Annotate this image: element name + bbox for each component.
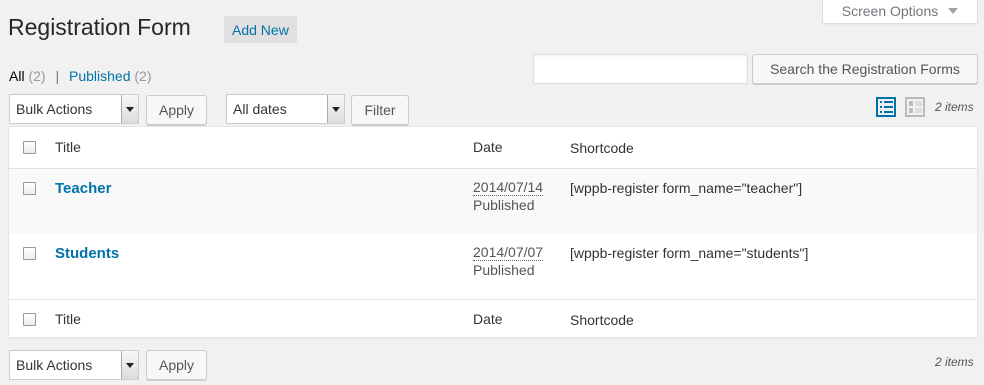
dropdown-arrow-icon — [121, 351, 138, 379]
search-input[interactable] — [533, 54, 748, 84]
row-status: Published — [473, 262, 535, 278]
items-count-top: 2 items — [935, 100, 974, 114]
apply-button-top[interactable]: Apply — [146, 95, 207, 125]
list-view-icon[interactable] — [876, 97, 896, 117]
dates-filter-select[interactable]: All dates — [226, 94, 345, 124]
add-new-button[interactable]: Add New — [224, 16, 297, 43]
row-date: 2014/07/07 Published — [473, 244, 544, 278]
table-header-row: Title Date Shortcode — [9, 127, 977, 169]
view-all-link[interactable]: All — [9, 68, 25, 84]
bulk-actions-select-bottom[interactable]: Bulk Actions — [9, 350, 139, 380]
bulk-actions-select-top[interactable]: Bulk Actions — [9, 94, 139, 124]
table-row: Teacher 2014/07/14 Published [wppb-regis… — [9, 169, 977, 234]
dropdown-arrow-icon — [327, 95, 344, 123]
row-shortcode: [wppb-register form_name="students"] — [570, 245, 809, 261]
items-count-bottom: 2 items — [935, 355, 974, 369]
row-checkbox[interactable] — [23, 247, 36, 260]
select-all-checkbox-footer[interactable] — [23, 313, 36, 326]
column-shortcode-header: Shortcode — [570, 140, 634, 156]
row-title-link[interactable]: Students — [55, 245, 119, 262]
row-checkbox[interactable] — [23, 182, 36, 195]
column-date-footer[interactable]: Date — [473, 311, 503, 327]
column-title-footer[interactable]: Title — [55, 311, 81, 327]
column-title-header[interactable]: Title — [55, 139, 81, 155]
bulk-actions-value: Bulk Actions — [16, 101, 93, 117]
view-all-count: (2) — [28, 68, 46, 84]
screen-options-button[interactable]: Screen Options — [822, 0, 978, 24]
views-separator: | — [55, 68, 60, 84]
view-published-link[interactable]: Published — [69, 68, 131, 84]
row-shortcode: [wppb-register form_name="teacher"] — [570, 180, 803, 196]
view-published-count: (2) — [134, 68, 152, 84]
row-date: 2014/07/14 Published — [473, 179, 544, 213]
excerpt-view-icon[interactable] — [905, 97, 925, 117]
dropdown-arrow-icon — [121, 95, 138, 123]
row-title-link[interactable]: Teacher — [55, 180, 111, 197]
page-title: Registration Form — [8, 14, 191, 40]
row-date-value: 2014/07/14 — [473, 179, 544, 196]
status-views: All (2) | Published (2) — [9, 68, 152, 84]
bulk-actions-value: Bulk Actions — [16, 357, 93, 373]
search-button[interactable]: Search the Registration Forms — [752, 54, 978, 84]
dates-filter-value: All dates — [233, 101, 287, 117]
table-row: Students 2014/07/07 Published [wppb-regi… — [9, 234, 977, 299]
column-date-header[interactable]: Date — [473, 139, 503, 155]
table-footer-row: Title Date Shortcode — [9, 299, 977, 337]
forms-table: Title Date Shortcode Teacher 2014/07/14 … — [8, 126, 978, 338]
select-all-checkbox[interactable] — [23, 141, 36, 154]
triangle-down-icon — [948, 7, 959, 14]
screen-options-label: Screen Options — [841, 2, 939, 19]
apply-button-bottom[interactable]: Apply — [146, 350, 207, 380]
column-shortcode-footer: Shortcode — [570, 312, 634, 328]
row-status: Published — [473, 197, 535, 213]
row-date-value: 2014/07/07 — [473, 244, 544, 261]
filter-button[interactable]: Filter — [351, 95, 409, 125]
